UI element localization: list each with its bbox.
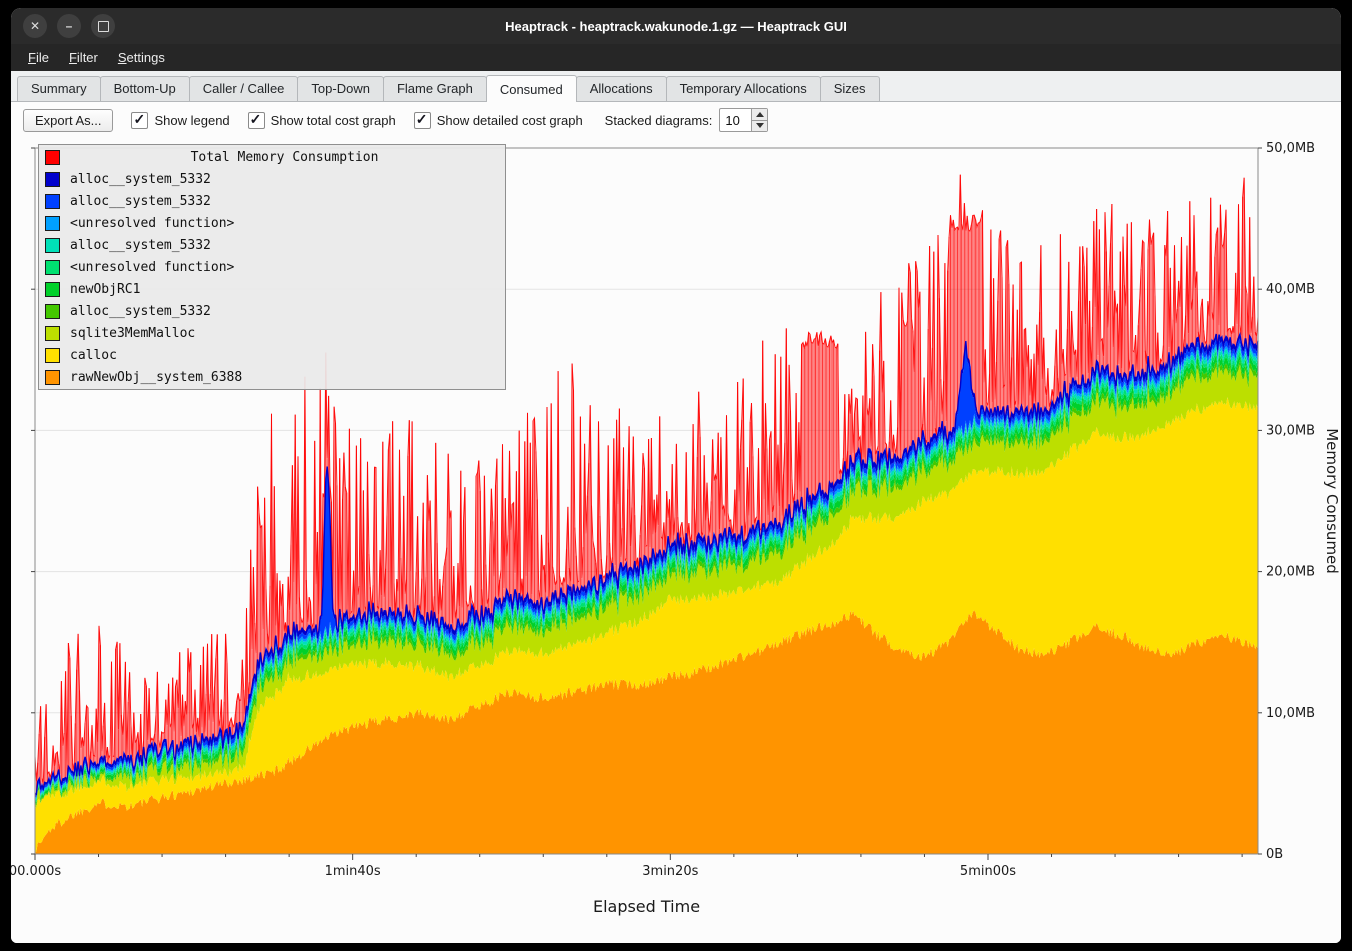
export-as-button[interactable]: Export As... bbox=[23, 109, 113, 132]
tab-summary[interactable]: Summary bbox=[17, 76, 101, 101]
legend-swatch bbox=[45, 282, 60, 297]
x-axis-title: Elapsed Time bbox=[593, 897, 700, 916]
legend-swatch bbox=[45, 172, 60, 187]
legend-item: newObjRC1 bbox=[39, 278, 505, 300]
legend-swatch bbox=[45, 348, 60, 363]
legend-swatch bbox=[45, 326, 60, 341]
tab-consumed[interactable]: Consumed bbox=[486, 75, 577, 102]
toolbar: Export As... Show legend Show total cost… bbox=[11, 102, 1341, 138]
close-button[interactable] bbox=[23, 14, 47, 38]
y-tick-label: 30,0MB bbox=[1266, 423, 1315, 438]
y-tick-label: 10,0MB bbox=[1266, 706, 1315, 721]
stacked-diagrams-label: Stacked diagrams: bbox=[605, 113, 713, 128]
show-detailed-cost-label: Show detailed cost graph bbox=[437, 113, 583, 128]
tab-top-down[interactable]: Top-Down bbox=[297, 76, 384, 101]
legend-item: alloc__system_5332 bbox=[39, 190, 505, 212]
legend-label: alloc__system_5332 bbox=[70, 238, 211, 253]
tab-sizes[interactable]: Sizes bbox=[820, 76, 880, 101]
tab-allocations[interactable]: Allocations bbox=[576, 76, 667, 101]
tab-temporary-allocations[interactable]: Temporary Allocations bbox=[666, 76, 821, 101]
maximize-icon bbox=[98, 21, 109, 32]
legend-swatch bbox=[45, 238, 60, 253]
tab-bar: Summary Bottom-Up Caller / Callee Top-Do… bbox=[11, 71, 1341, 102]
arrow-down-icon bbox=[756, 123, 764, 128]
stacked-diagrams-decrement[interactable] bbox=[751, 121, 767, 132]
show-total-cost-label: Show total cost graph bbox=[271, 113, 396, 128]
legend-label: calloc bbox=[70, 348, 117, 363]
legend-swatch bbox=[45, 194, 60, 209]
legend-item: <unresolved function> bbox=[39, 256, 505, 278]
legend-item: alloc__system_5332 bbox=[39, 234, 505, 256]
legend-label: <unresolved function> bbox=[70, 216, 234, 231]
menubar: File Filter Settings bbox=[11, 44, 1341, 71]
legend-item: calloc bbox=[39, 344, 505, 366]
chart-legend: Total Memory Consumption alloc__system_53… bbox=[38, 144, 506, 390]
x-tick-label: 00.000s bbox=[11, 864, 61, 879]
y-tick-label: 20,0MB bbox=[1266, 565, 1315, 580]
x-tick-label: 1min40s bbox=[325, 864, 381, 879]
maximize-button[interactable] bbox=[91, 14, 115, 38]
legend-label: alloc__system_5332 bbox=[70, 304, 211, 319]
legend-swatch bbox=[45, 370, 60, 385]
legend-item: <unresolved function> bbox=[39, 212, 505, 234]
show-legend-checkbox[interactable] bbox=[131, 112, 148, 129]
legend-item: rawNewObj__system_6388 bbox=[39, 366, 505, 388]
legend-item: sqlite3MemMalloc bbox=[39, 322, 505, 344]
minimize-icon bbox=[66, 19, 73, 33]
legend-swatch bbox=[45, 260, 60, 275]
app-window: Heaptrack - heaptrack.wakunode.1.gz — He… bbox=[11, 8, 1341, 943]
y-axis-title: Memory Consumed bbox=[1323, 428, 1341, 574]
chart-area: 0B 10,0MB 20,0MB 30,0MB 40,0MB 50,0MB 00.000s 1… bbox=[11, 138, 1341, 943]
show-detailed-cost-checkbox-group[interactable]: Show detailed cost graph bbox=[414, 112, 583, 129]
arrow-up-icon bbox=[756, 112, 764, 117]
legend-label: <unresolved function> bbox=[70, 260, 234, 275]
y-tick-label: 50,0MB bbox=[1266, 141, 1315, 156]
window-controls bbox=[23, 14, 115, 38]
window-title: Heaptrack - heaptrack.wakunode.1.gz — He… bbox=[505, 19, 847, 34]
legend-label: alloc__system_5332 bbox=[70, 194, 211, 209]
x-tick-label: 3min20s bbox=[642, 864, 698, 879]
show-total-cost-checkbox[interactable] bbox=[248, 112, 265, 129]
legend-swatch bbox=[45, 150, 60, 165]
legend-label: sqlite3MemMalloc bbox=[70, 326, 195, 341]
y-tick-label: 0B bbox=[1266, 847, 1283, 862]
y-tick-label: 40,0MB bbox=[1266, 282, 1315, 297]
menu-file[interactable]: File bbox=[19, 47, 58, 68]
menu-settings[interactable]: Settings bbox=[109, 47, 174, 68]
stacked-diagrams-increment[interactable] bbox=[751, 109, 767, 121]
tab-caller-callee[interactable]: Caller / Callee bbox=[189, 76, 299, 101]
legend-swatch bbox=[45, 216, 60, 231]
legend-label: newObjRC1 bbox=[70, 282, 140, 297]
show-legend-checkbox-group[interactable]: Show legend bbox=[131, 112, 229, 129]
tab-bottom-up[interactable]: Bottom-Up bbox=[100, 76, 190, 101]
legend-label: rawNewObj__system_6388 bbox=[70, 370, 242, 385]
stacked-diagrams-input[interactable] bbox=[720, 109, 751, 131]
tab-flame-graph[interactable]: Flame Graph bbox=[383, 76, 487, 101]
legend-swatch bbox=[45, 304, 60, 319]
x-tick-label: 5min00s bbox=[960, 864, 1016, 879]
legend-item: alloc__system_5332 bbox=[39, 300, 505, 322]
legend-title: Total Memory Consumption bbox=[39, 146, 505, 168]
legend-label: Total Memory Consumption bbox=[70, 150, 499, 165]
stacked-diagrams-group: Stacked diagrams: bbox=[605, 108, 769, 132]
stacked-diagrams-spinbox[interactable] bbox=[719, 108, 768, 132]
legend-item: alloc__system_5332 bbox=[39, 168, 505, 190]
minimize-button[interactable] bbox=[57, 14, 81, 38]
show-detailed-cost-checkbox[interactable] bbox=[414, 112, 431, 129]
close-icon bbox=[30, 19, 40, 33]
show-total-cost-checkbox-group[interactable]: Show total cost graph bbox=[248, 112, 396, 129]
titlebar: Heaptrack - heaptrack.wakunode.1.gz — He… bbox=[11, 8, 1341, 44]
show-legend-label: Show legend bbox=[154, 113, 229, 128]
legend-label: alloc__system_5332 bbox=[70, 172, 211, 187]
menu-filter[interactable]: Filter bbox=[60, 47, 107, 68]
